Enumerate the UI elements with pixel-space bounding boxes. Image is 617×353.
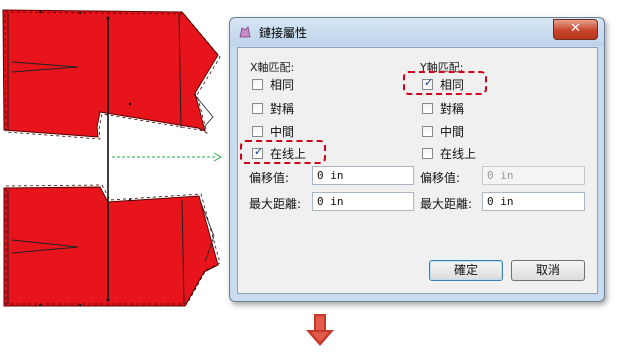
highlight-x-on-line <box>240 140 326 164</box>
dialog-client-area: X軸匹配: 相同 對稱 中間 ✓ 在线上 偏移值: 0 in 最大距離: 0 i… <box>237 47 598 294</box>
pattern-piece-upper[interactable] <box>2 9 221 140</box>
checkbox[interactable] <box>422 147 433 159</box>
highlight-y-same <box>403 71 487 95</box>
dialog-title: 鏈接屬性 <box>259 26 308 40</box>
x-option-symmetric[interactable]: 對稱 <box>252 100 294 116</box>
checkbox[interactable] <box>252 125 263 137</box>
option-label: 在线上 <box>440 146 477 161</box>
option-label: 相同 <box>270 77 295 92</box>
y-option-on-line[interactable]: 在线上 <box>422 145 476 161</box>
y-option-middle[interactable]: 中間 <box>422 123 464 139</box>
x-offset-input[interactable]: 0 in <box>312 166 414 185</box>
x-axis-label: X軸匹配: <box>250 61 295 74</box>
y-option-symmetric[interactable]: 對稱 <box>422 100 464 116</box>
close-icon[interactable]: ✕ <box>553 19 598 40</box>
x-offset-label: 偏移值: <box>249 171 290 185</box>
option-label: 中間 <box>440 124 465 139</box>
link-properties-dialog: 鏈接屬性 ✕ X軸匹配: 相同 對稱 中間 ✓ 在线上 偏移值: 0 in 最大… <box>229 17 605 302</box>
title-bar[interactable]: 鏈接屬性 ✕ <box>230 18 604 46</box>
checkbox[interactable] <box>252 102 263 114</box>
x-option-middle[interactable]: 中間 <box>252 123 294 139</box>
y-maxdist-label: 最大距離: <box>420 197 473 211</box>
ok-button[interactable]: 確定 <box>429 260 503 281</box>
x-option-same[interactable]: 相同 <box>252 76 294 92</box>
y-maxdist-input[interactable]: 0 in <box>482 192 585 211</box>
checkbox[interactable] <box>422 125 433 137</box>
x-maxdist-input[interactable]: 0 in <box>312 192 414 211</box>
x-maxdist-label: 最大距離: <box>249 197 302 211</box>
y-offset-input: 0 in <box>482 166 585 185</box>
down-arrow-icon <box>306 314 334 346</box>
cancel-button[interactable]: 取消 <box>511 260 585 281</box>
checkbox[interactable] <box>252 78 263 90</box>
connector-arrow <box>112 152 223 162</box>
option-label: 對稱 <box>270 101 295 116</box>
checkbox[interactable] <box>422 102 433 114</box>
y-offset-label: 偏移值: <box>420 171 461 185</box>
option-label: 對稱 <box>440 101 465 116</box>
option-label: 中間 <box>270 124 295 139</box>
pattern-icon <box>239 26 251 38</box>
pattern-piece-lower[interactable] <box>3 184 221 307</box>
